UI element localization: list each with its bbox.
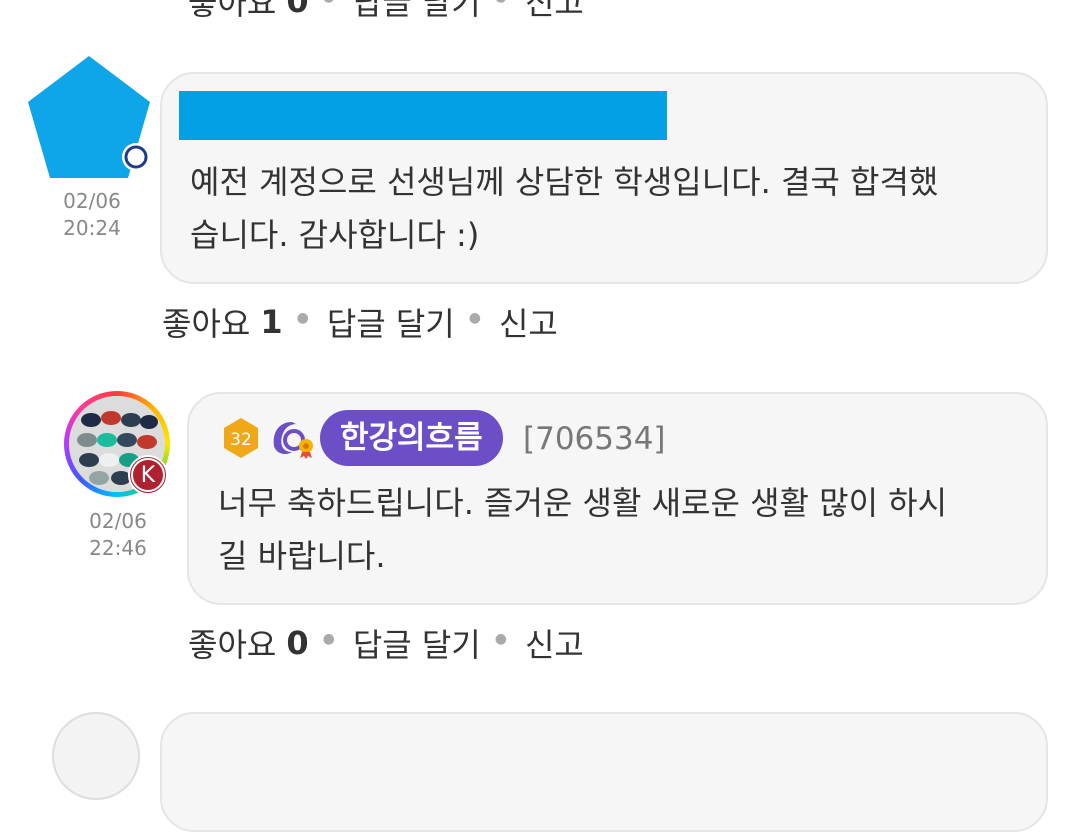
redacted-author-bar (179, 91, 667, 140)
author-id: [706534] (523, 421, 666, 457)
comment-date: 02/06 (63, 189, 121, 213)
report-button[interactable]: 신고 (499, 299, 558, 345)
avatar-badge-letter: K (130, 457, 166, 493)
level-badge-icon: 32 (224, 418, 258, 458)
like-button[interactable]: 좋아요 (188, 620, 276, 666)
separator-dot: ● (468, 310, 481, 326)
like-count: 0 (286, 0, 309, 20)
comment-timestamp: 02/06 22:46 (76, 508, 160, 562)
comment-time: 22:46 (89, 536, 147, 560)
comment-text-line: 예전 계정으로 선생님께 상담한 학생입니다. 결국 합격했 (190, 163, 939, 201)
comment-actions: 좋아요 0 ● 답글 달기 ● 신고 (188, 620, 584, 666)
avatar[interactable]: K (64, 391, 170, 497)
comment-text-line: 너무 축하드립니다. 즐거운 생활 새로운 생활 많이 하시 (218, 484, 948, 522)
level-number: 32 (230, 430, 252, 450)
report-button[interactable]: 신고 (525, 620, 584, 666)
reply-button[interactable]: 답글 달기 (353, 620, 481, 666)
avatar-badge: K (128, 455, 168, 495)
comment-text-line: 길 바랍니다. (218, 537, 386, 575)
comment-time: 20:24 (63, 216, 121, 240)
separator-dot: ● (494, 631, 507, 647)
comment-date: 02/06 (89, 509, 147, 533)
report-button[interactable]: 신고 (525, 0, 584, 24)
separator-dot: ● (495, 0, 507, 5)
comment-actions: 좋아요 0 ● 답글 달기 ● 신고 (188, 0, 584, 24)
comment-text: 예전 계정으로 선생님께 상담한 학생입니다. 결국 합격했 습니다. 감사합니… (190, 156, 938, 262)
comment-bubble (160, 712, 1048, 832)
comment-text-line: 습니다. 감사합니다 :) (190, 216, 480, 254)
avatar[interactable] (52, 712, 140, 800)
separator-dot: ● (296, 310, 309, 326)
separator-dot: ● (322, 631, 335, 647)
avatar[interactable] (24, 52, 154, 182)
separator-dot: ● (323, 0, 335, 5)
like-count: 0 (286, 624, 309, 662)
author-name-chip[interactable]: 한강의흐름 (320, 410, 503, 466)
like-button[interactable]: 좋아요 (162, 299, 250, 345)
like-count: 1 (260, 303, 283, 341)
like-button[interactable]: 좋아요 (188, 0, 276, 24)
reply-button[interactable]: 답글 달기 (353, 0, 481, 24)
comment-text: 너무 축하드립니다. 즐거운 생활 새로운 생활 많이 하시 길 바랍니다. (218, 477, 947, 583)
comment-timestamp: 02/06 20:24 (50, 188, 134, 242)
reply-button[interactable]: 답글 달기 (327, 299, 455, 345)
comment-actions: 좋아요 1 ● 답글 달기 ● 신고 (162, 299, 558, 345)
rank-emblem-icon (273, 422, 313, 459)
